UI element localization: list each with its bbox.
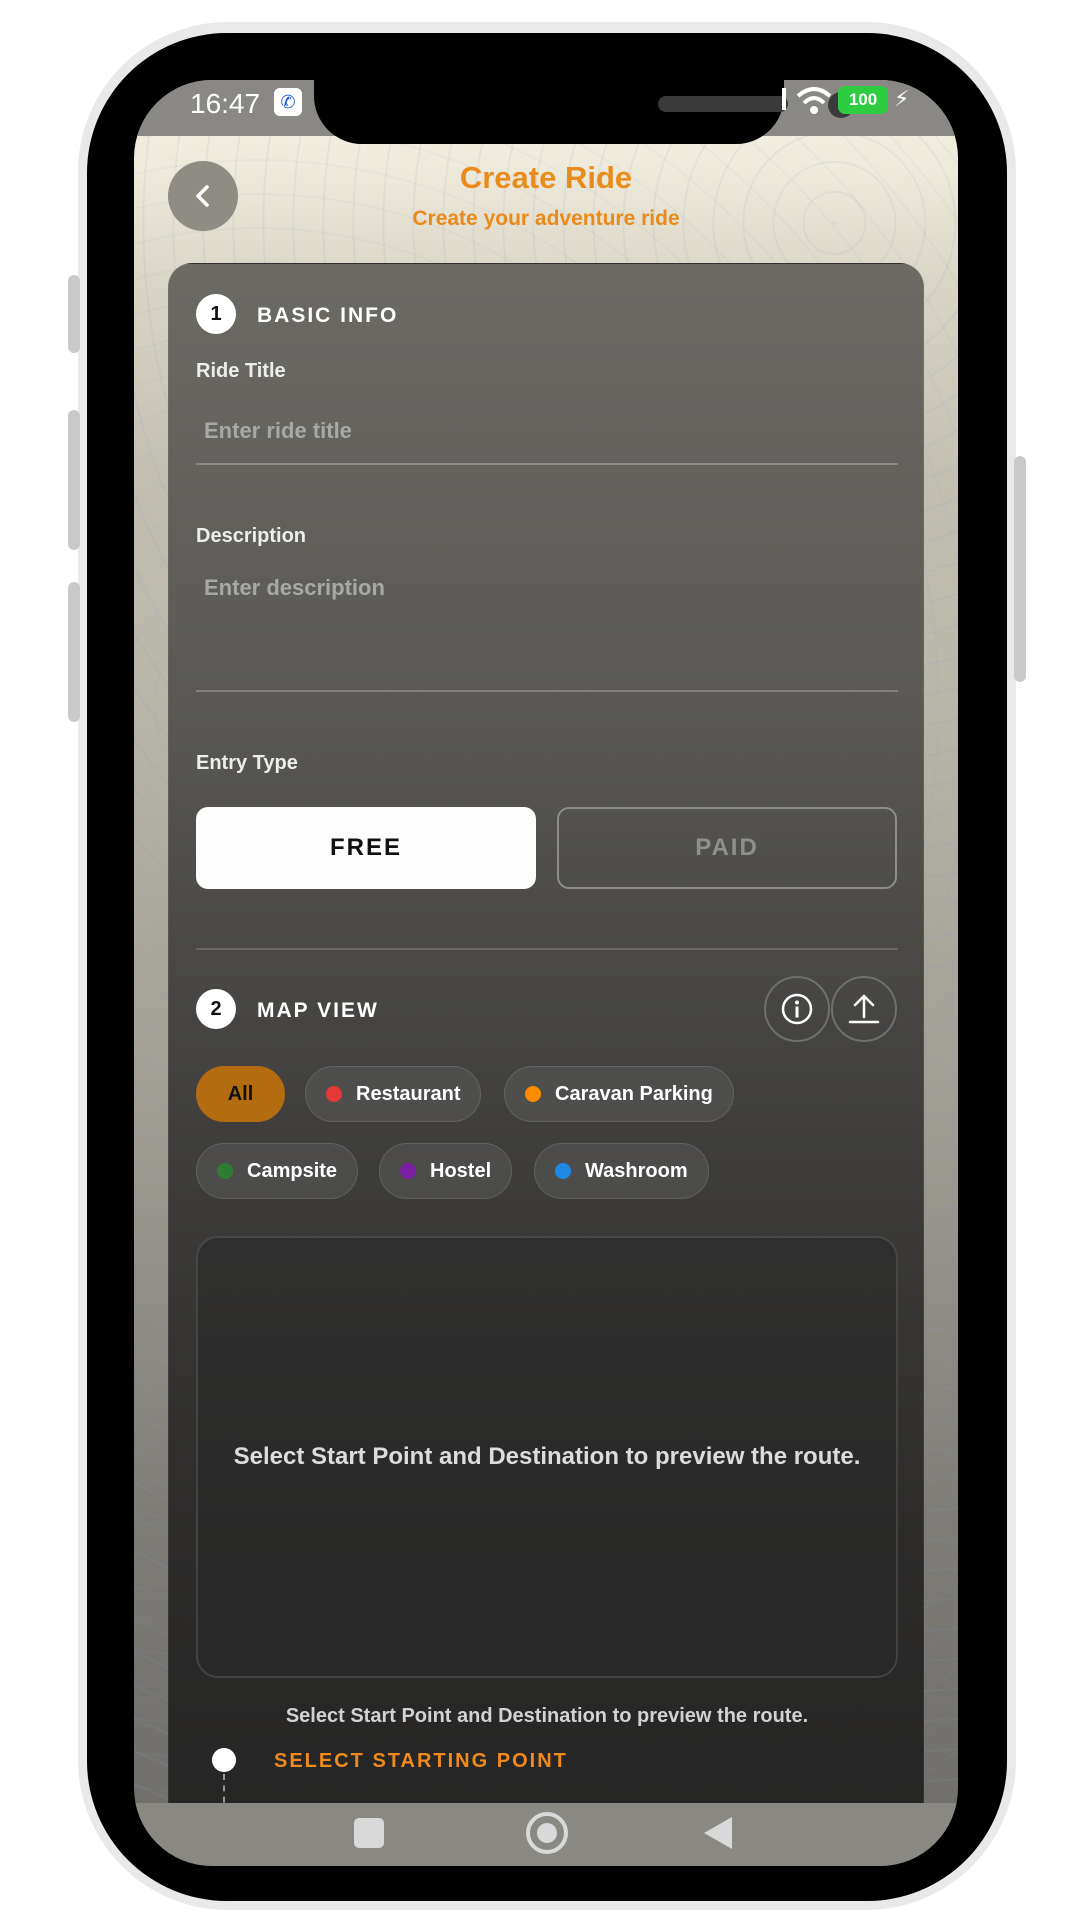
section-divider — [196, 948, 898, 950]
wifi-icon — [796, 87, 832, 114]
filter-chip-campsite[interactable]: Campsite — [196, 1143, 359, 1199]
campsite-dot-icon — [217, 1163, 233, 1179]
device-side-button — [68, 275, 80, 353]
status-bar: 16:47 ✆ 100 ⚡ — [134, 80, 958, 144]
description-label: Description — [196, 525, 307, 547]
upload-icon — [848, 994, 880, 1024]
map-caption: Select Start Point and Destination to pr… — [285, 1705, 809, 1727]
filter-chip-label: Caravan Parking — [555, 1082, 713, 1105]
status-time: 16:47 — [190, 88, 261, 119]
device-side-button — [68, 582, 80, 722]
section-title-basic-info: BASIC INFO — [257, 304, 399, 327]
create-ride-form-card: 1 BASIC INFO Ride Title Description Entr… — [168, 263, 924, 1866]
route-map-preview[interactable]: Select Start Point and Destination to pr… — [196, 1236, 898, 1678]
filter-chip-all[interactable]: All — [196, 1066, 285, 1122]
recent-apps-button[interactable] — [354, 1818, 384, 1848]
filter-chip-label: All — [227, 1082, 254, 1105]
entry-type-paid-button[interactable]: PAID — [557, 807, 897, 889]
entry-type-label: Entry Type — [196, 752, 298, 774]
info-icon — [781, 993, 813, 1025]
filter-chip-hostel[interactable]: Hostel — [379, 1143, 513, 1199]
entry-type-free-button[interactable]: FREE — [196, 807, 536, 889]
system-navigation-bar — [134, 1803, 958, 1866]
hostel-dot-icon — [400, 1163, 416, 1179]
filter-chip-label: Restaurant — [356, 1082, 461, 1105]
filter-chip-caravan-parking[interactable]: Caravan Parking — [504, 1066, 734, 1122]
filter-chip-restaurant[interactable]: Restaurant — [305, 1066, 482, 1122]
ride-title-label: Ride Title — [196, 360, 286, 382]
restaurant-dot-icon — [326, 1086, 342, 1102]
washroom-dot-icon — [555, 1163, 571, 1179]
filter-chip-label: Hostel — [430, 1159, 492, 1182]
signal-icon — [782, 88, 786, 110]
filter-chip-label: Washroom — [585, 1159, 688, 1182]
filter-chip-label: Campsite — [247, 1159, 338, 1182]
section-title-map-view: MAP VIEW — [257, 999, 379, 1022]
home-button[interactable] — [526, 1812, 568, 1854]
page-title: Create Ride — [459, 160, 633, 195]
device-side-button — [1014, 456, 1026, 682]
speaker-grille — [658, 96, 788, 112]
description-input[interactable] — [196, 561, 898, 692]
battery-icon: 100 — [838, 86, 888, 114]
map-share-button[interactable] — [831, 976, 897, 1042]
step-number-badge: 1 — [196, 294, 236, 334]
map-info-button[interactable] — [764, 976, 830, 1042]
camera-notch — [314, 80, 854, 144]
caravan-parking-dot-icon — [525, 1086, 541, 1102]
charging-bolt-icon: ⚡ — [894, 86, 910, 111]
phone-call-icon: ✆ — [274, 88, 302, 116]
start-point-marker-icon — [212, 1748, 236, 1772]
page-subtitle: Create your adventure ride — [412, 207, 680, 230]
filter-chip-washroom[interactable]: Washroom — [534, 1143, 709, 1199]
ride-title-input[interactable] — [196, 399, 898, 465]
map-placeholder-message: Select Start Point and Destination to pr… — [233, 1443, 861, 1470]
select-starting-point-button[interactable]: SELECT STARTING POINT — [274, 1750, 568, 1773]
system-back-button[interactable] — [704, 1817, 732, 1849]
device-side-button — [68, 410, 80, 550]
screen: 16:47 ✆ 100 ⚡ Create Ride Create your ad… — [134, 80, 958, 1866]
step-number-badge: 2 — [196, 989, 236, 1029]
